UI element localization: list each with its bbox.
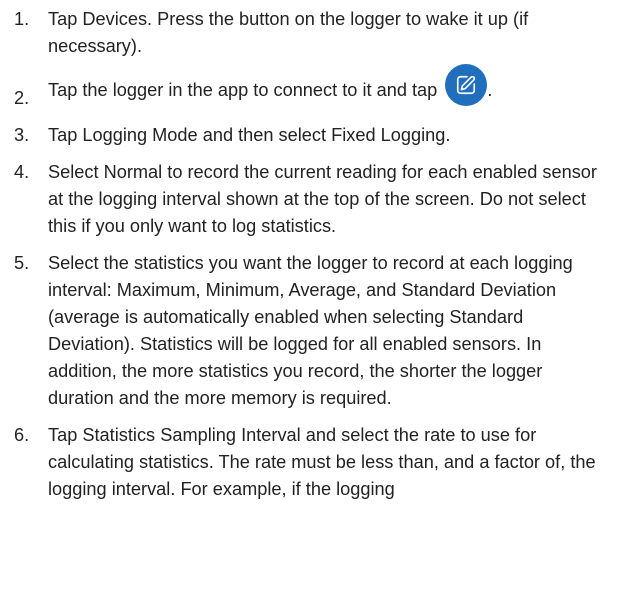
step-text: Tap Devices. Press the button on the log… [48, 9, 529, 56]
step-text: Tap Statistics Sampling Interval and sel… [48, 425, 596, 499]
step-text-end: . [487, 79, 493, 100]
step-text-group: Tap the logger in the app to connect to … [48, 64, 621, 112]
step-2: 2. Tap the logger in the app to connect … [14, 64, 621, 112]
step-number: 5. [14, 253, 30, 273]
step-number: 4. [14, 162, 30, 182]
step-5: 5. Select the statistics you want the lo… [14, 250, 621, 412]
step-6: 6. Tap Statistics Sampling Interval and … [14, 422, 621, 503]
steps-list: 1. Tap Devices. Press the button on the … [14, 6, 621, 503]
step-4: 4. Select Normal to record the current r… [14, 159, 621, 240]
step-text: Tap Logging Mode and then select Fixed L… [48, 125, 451, 145]
step-number: 3. [14, 125, 30, 145]
step-text: Tap the logger in the app to connect to … [48, 79, 438, 100]
step-text: Select the statistics you want the logge… [48, 253, 573, 408]
step-number: 1. [14, 9, 30, 29]
step-text: Select Normal to record the current read… [48, 162, 597, 236]
step-number: 6. [14, 425, 30, 445]
edit-pencil-icon [445, 64, 488, 106]
step-number: 2. [14, 88, 30, 108]
step-3: 3. Tap Logging Mode and then select Fixe… [14, 122, 621, 149]
instructions-page: 1. Tap Devices. Press the button on the … [0, 0, 633, 595]
step-1: 1. Tap Devices. Press the button on the … [14, 6, 621, 60]
